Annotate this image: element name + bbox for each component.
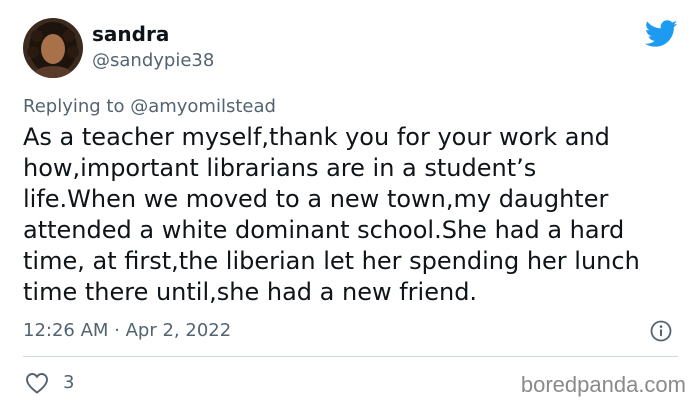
tweet-text: As a teacher myself,thank you for your w… [23, 122, 683, 308]
like-count: 3 [63, 372, 75, 393]
like-action[interactable]: 3 [25, 372, 74, 394]
tweet-text-line: life.When we moved to a new town,my daug… [23, 185, 609, 213]
tweet-text-line: time, at first,the liberian let her spen… [23, 247, 640, 275]
watermark: boredpanda.com [520, 372, 686, 397]
tweet-text-line: how,important librarians are in a studen… [23, 154, 537, 182]
replying-to: Replying to @amyomilstead [23, 96, 276, 118]
user-handle[interactable]: @sandypie38 [92, 50, 214, 72]
tweet-text-line: As a teacher myself,thank you for your w… [23, 123, 610, 151]
display-name[interactable]: sandra [92, 22, 169, 46]
info-icon[interactable] [650, 320, 672, 342]
avatar[interactable] [23, 18, 83, 78]
tweet-text-line: attended a white dominant school.She had… [23, 216, 625, 244]
heart-icon[interactable] [25, 372, 49, 394]
divider [23, 356, 678, 357]
tweet-timestamp[interactable]: 12:26 AM · Apr 2, 2022 [23, 320, 231, 342]
tweet-text-line: time there until,she had a new friend. [23, 278, 478, 306]
reply-prefix: Replying to [23, 96, 131, 117]
tweet-card: sandra @sandypie38 Replying to @amyomils… [0, 0, 700, 410]
reply-mention-link[interactable]: @amyomilstead [130, 96, 276, 117]
twitter-bird-icon[interactable] [645, 20, 678, 48]
